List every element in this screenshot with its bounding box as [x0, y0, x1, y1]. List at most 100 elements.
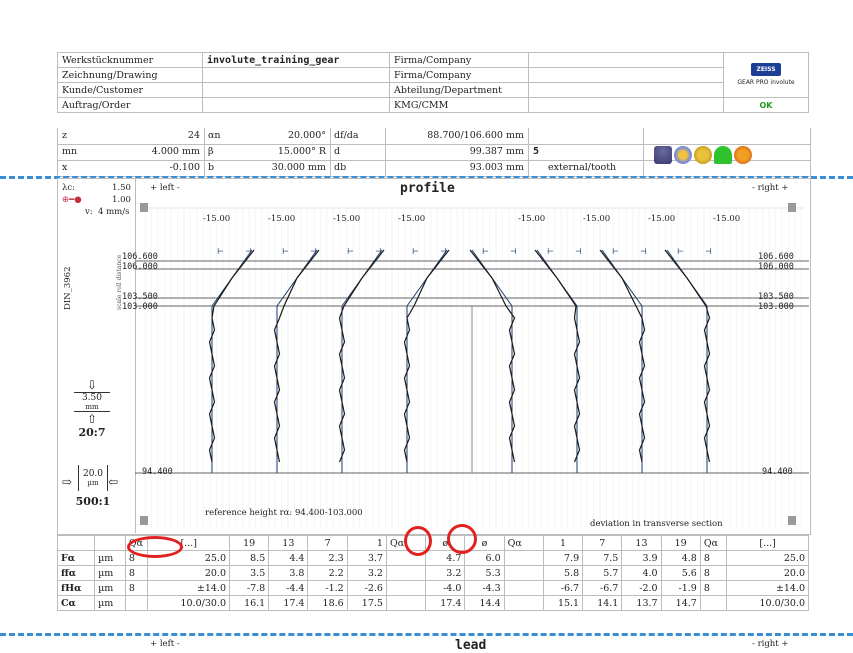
table-cell: 13.7 — [621, 595, 662, 611]
svg-text:⊣: ⊣ — [705, 247, 712, 256]
label-company: Firma/Company — [389, 67, 529, 83]
arrow-down-icon: ⇩ — [86, 378, 98, 392]
offset-label: -15.00 — [333, 214, 361, 224]
lambda-label: λc: — [62, 183, 76, 193]
operator-value — [528, 52, 724, 68]
tool-icon[interactable] — [654, 146, 672, 164]
label-department: Abteilung/Department — [389, 82, 529, 98]
table-cell: 15.1 — [542, 595, 584, 611]
param-db-val: 93.003 mm — [469, 162, 524, 173]
corner-marker-bl — [140, 516, 148, 525]
table-cell: 7.5 — [582, 550, 623, 566]
status-ok: OK — [759, 100, 773, 110]
profile-right-label: - right + — [752, 183, 789, 193]
param-d-key: d — [334, 146, 341, 157]
disc-icon[interactable] — [674, 146, 692, 164]
table-cell: 8 — [699, 565, 728, 581]
level-left-1: 106.600 — [122, 252, 158, 262]
table-cell: 5.3 — [464, 565, 505, 581]
param-dfda-val: 88.700/106.600 mm — [427, 130, 524, 141]
deviation-scale-value: 20.0 — [82, 469, 104, 479]
offset-label: -15.00 — [398, 214, 426, 224]
table-cell: µm — [94, 565, 126, 581]
table-cell: -6.7 — [582, 580, 623, 596]
table-cell: 3.2 — [346, 565, 387, 581]
svg-text:⊣: ⊣ — [375, 247, 382, 256]
param-type: external/tooth — [548, 162, 617, 173]
svg-text:⊢: ⊢ — [612, 247, 619, 256]
svg-text:⊣: ⊣ — [310, 247, 317, 256]
table-cell: -1.2 — [307, 580, 348, 596]
tooth-profile: ⊢ ⊣ — [273, 247, 320, 473]
svg-text:⊣: ⊣ — [640, 247, 647, 256]
plot-vertical-gridlines — [144, 208, 802, 528]
level-left-4: 103.000 — [122, 302, 158, 312]
length-scale-widget: ⇩ 3.50 mm ⇧ 20:7 — [64, 378, 120, 439]
param-x-val: -0.100 — [169, 162, 200, 173]
table-cell: 2.3 — [307, 550, 348, 566]
corner-marker-br — [788, 516, 796, 525]
table-cell: -6.7 — [542, 580, 584, 596]
table-cell: 14.7 — [660, 595, 701, 611]
label-drawing: Zeichnung/Drawing — [57, 67, 203, 83]
svg-text:⊢: ⊢ — [347, 247, 354, 256]
table-cell — [503, 565, 544, 581]
table-cell: 17.4 — [268, 595, 309, 611]
table-cell: ffα — [56, 565, 96, 581]
brand-cell: ZEISS GEAR PRO involute — [723, 52, 809, 98]
lead-title: lead — [455, 638, 487, 653]
label-order: Auftrag/Order — [57, 97, 203, 113]
svg-text:⊣: ⊣ — [575, 247, 582, 256]
table-cell — [124, 595, 149, 611]
annotation-circle-q-mid — [404, 526, 432, 556]
table-cell: ±14.0 — [726, 580, 809, 596]
level-right-2: 106.000 — [758, 262, 794, 272]
param-z-key: z — [62, 130, 68, 141]
table-cell: 3.9 — [621, 550, 662, 566]
table-cell: 4.4 — [268, 550, 309, 566]
table-cell: µm — [94, 550, 126, 566]
table-cell: 3.2 — [425, 565, 466, 581]
param-beta-val: 15.000° R — [277, 146, 326, 157]
zeiss-logo: ZEISS — [751, 63, 781, 76]
table-cell: µm — [94, 595, 126, 611]
arrow-right-icon: ⇨ — [62, 475, 73, 489]
param-b-key: b — [208, 162, 215, 173]
table-cell — [503, 550, 544, 566]
table-cell: 2.2 — [307, 565, 348, 581]
param-z-val: 24 — [187, 130, 200, 141]
tooth-profile: ⊢ ⊣ — [208, 247, 255, 473]
offset-label: -15.00 — [518, 214, 546, 224]
table-row: fHα µm 8 ±14.0 -7.8 -4.4 -1.2 -2.6 -4.0 -4.3 -6.7-… — [56, 580, 809, 596]
col-tol-right: [...] — [726, 535, 809, 551]
table-cell: 8.5 — [228, 550, 270, 566]
level-left-5: 94.400 — [142, 467, 173, 477]
guide-line-bottom — [0, 633, 853, 636]
level-right-4: 103.000 — [758, 302, 794, 312]
tooth-profile: ⊢ ⊣ — [338, 247, 385, 473]
table-cell: 17.4 — [425, 595, 466, 611]
table-cell: 8 — [124, 580, 149, 596]
svg-text:⊢: ⊢ — [412, 247, 419, 256]
header-table: Werkstücknummer involute_training_gear F… — [57, 52, 809, 113]
profile-icon[interactable] — [714, 146, 732, 164]
din-standard-label: DIN_3962 — [63, 266, 73, 311]
label-workpiece: Werkstücknummer — [57, 52, 203, 68]
tooth-profile: ⊢ ⊣ — [664, 247, 712, 473]
table-cell: 25.0 — [726, 550, 809, 566]
gear-icon[interactable] — [694, 146, 712, 164]
table-cell: -4.4 — [268, 580, 309, 596]
table-cell: 6.0 — [464, 550, 505, 566]
settings-gear-icon[interactable] — [734, 146, 752, 164]
table-cell: 10.0/30.0 — [726, 595, 809, 611]
offset-label: -15.00 — [583, 214, 611, 224]
table-cell: 3.7 — [346, 550, 387, 566]
table-cell — [385, 595, 427, 611]
level-right-1: 106.600 — [758, 252, 794, 262]
table-cell: -7.8 — [228, 580, 270, 596]
svg-text:⊣: ⊣ — [245, 247, 252, 256]
corner-marker-tl — [140, 203, 148, 212]
toolbar-icons — [654, 146, 754, 164]
length-scale-value: 3.50 — [81, 393, 103, 403]
arrow-left-icon: ⇦ — [108, 475, 119, 489]
